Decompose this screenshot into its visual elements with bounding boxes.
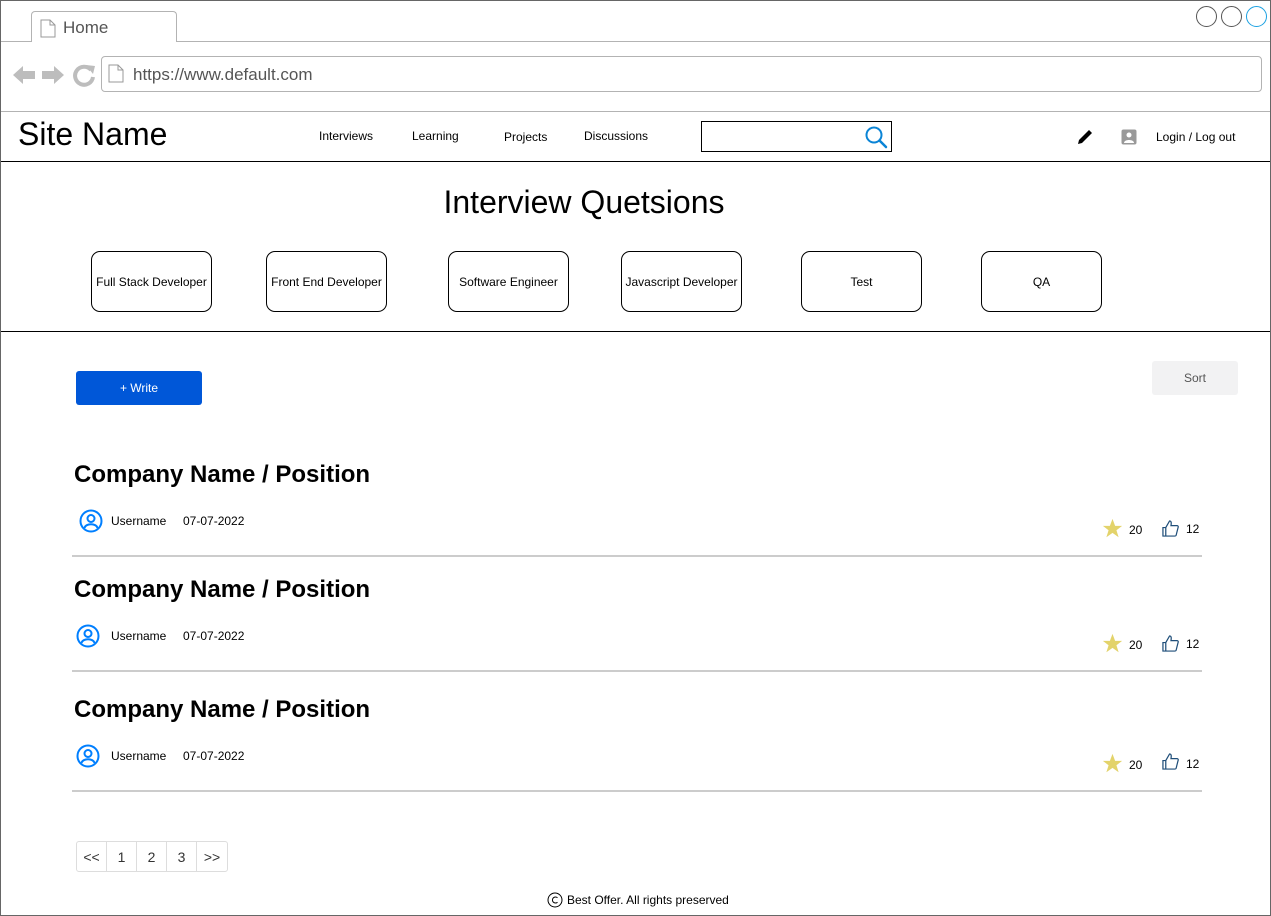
maximize-button[interactable] [1221,6,1242,27]
tab-home[interactable]: Home [31,11,177,42]
pagination-page-2[interactable]: 2 [137,842,167,871]
address-bar: https://www.default.com [1,42,1270,112]
footer-text: Best Offer. All rights preserved [567,893,729,907]
search-icon[interactable] [864,125,888,149]
footer: Best Offer. All rights preserved [547,892,729,908]
search-input[interactable] [701,121,892,152]
thumbs-up-icon[interactable] [1162,753,1179,770]
post-title[interactable]: Company Name / Position [74,576,370,604]
url-input[interactable]: https://www.default.com [101,56,1262,92]
post-title[interactable]: Company Name / Position [74,696,370,724]
url-text: https://www.default.com [133,65,313,84]
user-avatar-icon [79,509,103,533]
star-count: 20 [1129,758,1143,772]
nav-discussions[interactable]: Discussions [584,129,648,143]
category-front-end-developer[interactable]: Front End Developer [266,251,387,312]
reload-icon[interactable] [72,63,96,87]
nav-interviews[interactable]: Interviews [319,129,373,143]
pagination-page-1[interactable]: 1 [107,842,137,871]
user-icon[interactable] [1121,129,1137,145]
post-title[interactable]: Company Name / Position [74,461,370,489]
site-header: Site Name Interviews Learning Projects D… [1,112,1270,162]
category-software-engineer[interactable]: Software Engineer [448,251,569,312]
pagination: << 1 2 3 >> [76,841,228,872]
post-date: 07-07-2022 [183,514,245,528]
category-full-stack-developer[interactable]: Full Stack Developer [91,251,212,312]
post-date: 07-07-2022 [183,749,245,763]
star-icon[interactable] [1102,753,1123,774]
page-icon [108,64,124,83]
pagination-page-3[interactable]: 3 [167,842,197,871]
star-count: 20 [1129,638,1143,652]
pagination-last[interactable]: >> [197,842,227,871]
star-icon[interactable] [1102,633,1123,654]
star-icon[interactable] [1102,518,1123,539]
page-icon [40,19,56,38]
browser-window: Home https://www.default.com Site Name I… [0,0,1271,916]
thumbs-up-icon[interactable] [1162,635,1179,652]
site-name[interactable]: Site Name [18,116,167,153]
category-qa[interactable]: QA [981,251,1102,312]
write-button[interactable]: + Write [76,371,202,405]
category-javascript-developer[interactable]: Javascript Developer [621,251,742,312]
star-count: 20 [1129,523,1143,537]
post-item[interactable]: Company Name / Position Username 07-07-2… [72,682,1202,792]
post-username[interactable]: Username [111,749,166,763]
forward-arrow-icon[interactable] [41,63,65,87]
like-count: 12 [1186,522,1200,536]
user-avatar-icon [76,624,100,648]
tab-label: Home [63,18,109,37]
post-item[interactable]: Company Name / Position Username 07-07-2… [72,562,1202,672]
thumbs-up-icon[interactable] [1162,520,1179,537]
tab-bar: Home [1,1,1270,42]
pencil-icon[interactable] [1076,128,1094,146]
post-item[interactable]: Company Name / Position Username 07-07-2… [72,447,1202,557]
back-arrow-icon[interactable] [12,63,36,87]
post-username[interactable]: Username [111,514,166,528]
copyright-icon [547,892,563,908]
page-title: Interview Quetsions [443,184,725,220]
like-count: 12 [1186,637,1200,651]
post-username[interactable]: Username [111,629,166,643]
nav-projects[interactable]: Projects [504,130,547,144]
like-count: 12 [1186,757,1200,771]
category-test[interactable]: Test [801,251,922,312]
close-button[interactable] [1246,6,1267,27]
login-logout-link[interactable]: Login / Log out [1156,130,1235,144]
pagination-first[interactable]: << [77,842,107,871]
nav-learning[interactable]: Learning [412,129,459,143]
sort-button[interactable]: Sort [1152,361,1238,395]
minimize-button[interactable] [1196,6,1217,27]
post-date: 07-07-2022 [183,629,245,643]
category-section: Interview Quetsions Full Stack Developer… [1,162,1270,332]
user-avatar-icon [76,744,100,768]
